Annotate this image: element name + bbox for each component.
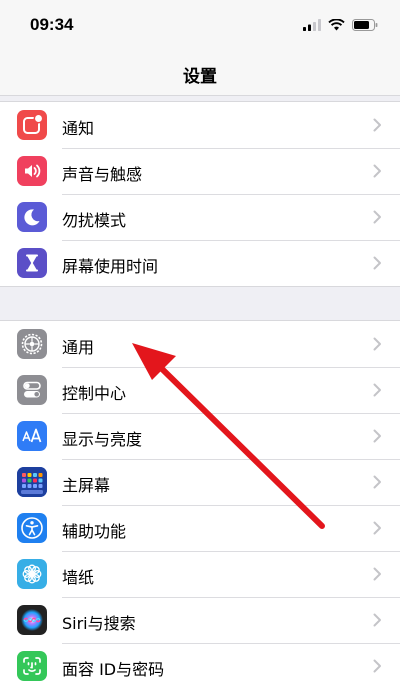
settings-row-do-not-disturb[interactable]: 勿扰模式: [0, 194, 400, 240]
chevron-right-icon: [373, 164, 381, 178]
settings-row-label: 通用: [62, 338, 95, 357]
notification-icon: [17, 110, 47, 140]
settings-row-display[interactable]: 显示与亮度: [0, 413, 400, 459]
settings-row-screen-time[interactable]: 屏幕使用时间: [0, 240, 400, 286]
settings-row-label: Siri与搜索: [62, 614, 136, 633]
settings-row-siri[interactable]: Siri与搜索: [0, 597, 400, 643]
text-size-icon: [17, 421, 47, 451]
settings-row-label: 屏幕使用时间: [62, 257, 159, 276]
settings-row-wallpaper[interactable]: 墙纸: [0, 551, 400, 597]
settings-row-label: 声音与触感: [62, 165, 143, 184]
gear-icon: [17, 329, 47, 359]
toggles-icon: [17, 375, 47, 405]
siri-icon: [17, 605, 47, 635]
settings-row-label: 面容 ID与密码: [62, 660, 165, 679]
chevron-right-icon: [373, 383, 381, 397]
settings-row-sounds[interactable]: 声音与触感: [0, 148, 400, 194]
status-icons: [303, 17, 378, 33]
status-bar: 09:34: [0, 0, 400, 50]
speaker-icon: [17, 156, 47, 186]
settings-row-general[interactable]: 通用: [0, 321, 400, 367]
hourglass-icon: [17, 248, 47, 278]
flower-icon: [17, 559, 47, 589]
page-title: 设置: [183, 67, 217, 87]
status-time: 09:34: [30, 15, 74, 34]
face-id-icon: [17, 651, 47, 681]
chevron-right-icon: [373, 613, 381, 627]
nav-bar: 设置: [0, 50, 400, 96]
settings-row-label: 通知: [62, 119, 95, 138]
signal-icon: [303, 19, 321, 31]
wifi-icon: [328, 19, 345, 31]
moon-icon: [17, 202, 47, 232]
settings-row-accessibility[interactable]: 辅助功能: [0, 505, 400, 551]
home-grid-icon: [17, 467, 47, 497]
settings-group-2: 通用 控制中心 显示与亮度 主屏幕 辅助功能 墙纸 Siri与搜索 面容 ID与…: [0, 320, 400, 686]
settings-row-label: 墙纸: [62, 568, 95, 587]
chevron-right-icon: [373, 521, 381, 535]
settings-row-label: 控制中心: [62, 384, 127, 403]
chevron-right-icon: [373, 337, 381, 351]
settings-row-label: 勿扰模式: [62, 211, 127, 230]
chevron-right-icon: [373, 567, 381, 581]
battery-icon: [352, 19, 378, 31]
settings-row-control-center[interactable]: 控制中心: [0, 367, 400, 413]
chevron-right-icon: [373, 256, 381, 270]
accessibility-icon: [17, 513, 47, 543]
settings-row-label: 主屏幕: [62, 476, 111, 495]
settings-row-notifications[interactable]: 通知: [0, 102, 400, 148]
chevron-right-icon: [373, 118, 381, 132]
settings-row-face-id[interactable]: 面容 ID与密码: [0, 643, 400, 686]
settings-row-label: 显示与亮度: [62, 430, 143, 449]
settings-group-1: 通知 声音与触感 勿扰模式 屏幕使用时间: [0, 101, 400, 287]
chevron-right-icon: [373, 659, 381, 673]
chevron-right-icon: [373, 210, 381, 224]
chevron-right-icon: [373, 429, 381, 443]
chevron-right-icon: [373, 475, 381, 489]
settings-row-label: 辅助功能: [62, 522, 127, 541]
settings-row-home-screen[interactable]: 主屏幕: [0, 459, 400, 505]
